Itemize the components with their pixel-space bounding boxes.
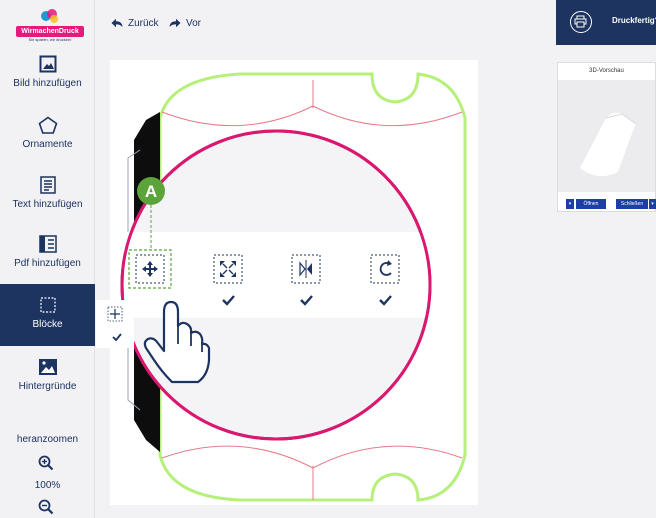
hand-cursor-icon	[143, 300, 211, 384]
preview-title: 3D-Vorschau	[589, 68, 624, 74]
check-icon	[379, 295, 392, 306]
preview-area[interactable]	[558, 80, 655, 192]
flip-block-icon[interactable]	[291, 254, 321, 284]
preview-dropdown-button[interactable]: ▾	[649, 199, 656, 209]
app: WirmachenDruck Sie sparen, wir drucken! …	[0, 0, 656, 518]
resize-block-icon[interactable]	[213, 254, 243, 284]
callout-marker: A	[145, 182, 157, 201]
pillow-box-3d-icon	[580, 112, 637, 177]
rotate-block-icon[interactable]	[370, 254, 400, 284]
preview-open-button[interactable]: Öffnen	[576, 199, 606, 209]
check-icon	[222, 295, 235, 306]
3d-preview-panel: 3D-Vorschau ▾ Öffnen Schließen ▾	[557, 62, 656, 212]
preview-close-button[interactable]: Schließen	[616, 199, 648, 209]
preview-menu-button[interactable]: ▾	[566, 199, 574, 209]
move-block-icon[interactable]	[135, 254, 165, 284]
check-icon	[300, 295, 313, 306]
